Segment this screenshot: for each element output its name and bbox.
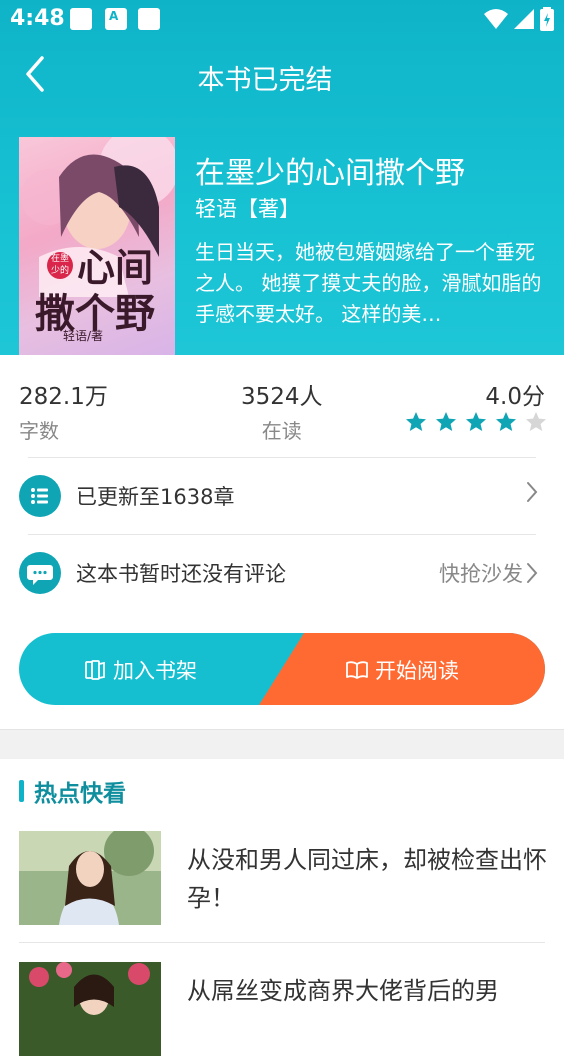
nav-bar: 本书已完结 <box>0 38 564 118</box>
notification-icon <box>138 8 160 30</box>
chapter-update-text: 已更新至1638章 <box>76 485 235 509</box>
star-icon <box>436 412 456 431</box>
hot-section-label: 热点快看 <box>34 781 126 807</box>
notification-icon <box>70 8 92 30</box>
article-thumbnail <box>19 962 161 1056</box>
divider <box>19 942 545 943</box>
notification-a-letter: A <box>109 9 119 23</box>
start-reading-button[interactable]: 开始阅读 <box>259 633 545 705</box>
chevron-right-icon <box>527 563 538 583</box>
battery-icon <box>540 7 554 31</box>
star-icon <box>406 412 426 431</box>
book-cover[interactable]: 在墨少的 心间 撒个野 轻语/著 <box>19 137 175 355</box>
readers-label: 在读 <box>261 419 302 443</box>
bookshelf-icon <box>85 660 105 680</box>
divider <box>28 457 536 458</box>
page-title: 本书已完结 <box>197 65 333 96</box>
comment-icon <box>19 552 61 594</box>
section-accent-bar <box>19 780 24 802</box>
chevron-right-icon <box>527 482 538 502</box>
comments-row[interactable]: 这本书暂时还没有评论 快抢沙发 <box>19 548 545 598</box>
divider <box>28 534 536 535</box>
chapter-list-row[interactable]: 已更新至1638章 <box>19 471 545 521</box>
stat-score: 4.0分 <box>485 377 545 411</box>
notification-a-icon: A <box>105 8 127 30</box>
rating-stars <box>404 410 548 434</box>
no-comments-text: 这本书暂时还没有评论 <box>76 562 286 586</box>
hot-section-title: 热点快看 <box>19 774 126 808</box>
book-author: 轻语【著】 <box>195 197 300 221</box>
status-bar: 4:48 A <box>0 0 564 38</box>
post-comment-link[interactable]: 快抢沙发 <box>439 558 539 588</box>
section-separator <box>0 729 564 759</box>
article-item[interactable]: 从屌丝变成商界大佬背后的男 <box>19 962 545 1056</box>
open-book-icon <box>346 661 368 679</box>
article-title: 从没和男人同过床，却被检查出怀孕！ <box>187 846 547 912</box>
word-count-value: 282.1万 <box>19 384 108 410</box>
start-reading-label: 开始阅读 <box>375 659 459 683</box>
readers-value: 3524人 <box>241 384 323 410</box>
article-item[interactable]: 从没和男人同过床，却被检查出怀孕！ <box>19 831 547 931</box>
article-thumbnail <box>19 831 161 925</box>
status-time: 4:48 <box>10 6 65 31</box>
cover-seal: 在墨少的 <box>47 252 73 279</box>
action-buttons: 加入书架 开始阅读 <box>19 633 545 705</box>
chapter-list-icon <box>19 475 61 517</box>
add-to-shelf-label: 加入书架 <box>113 659 197 683</box>
post-comment-label: 快抢沙发 <box>439 562 523 586</box>
wifi-icon <box>484 9 508 29</box>
article-title: 从屌丝变成商界大佬背后的男 <box>187 977 499 1005</box>
stat-word-count: 282.1万 字数 <box>19 377 108 444</box>
chapter-arrow <box>525 481 539 503</box>
book-description[interactable]: 生日当天，她被包婚姻嫁给了一个垂死之人。 她摸了摸丈夫的脸，滑腻如脂的手感不要太… <box>195 237 547 330</box>
stat-readers: 3524人 在读 <box>241 377 323 444</box>
star-icon <box>526 412 546 431</box>
star-icon <box>496 412 516 431</box>
score-value: 4.0分 <box>485 384 545 410</box>
cover-author: 轻语/著 <box>63 329 104 343</box>
signal-icon <box>514 9 534 29</box>
star-icon <box>466 412 486 431</box>
word-count-label: 字数 <box>19 419 59 443</box>
book-title: 在墨少的心间撒个野 <box>195 156 465 191</box>
